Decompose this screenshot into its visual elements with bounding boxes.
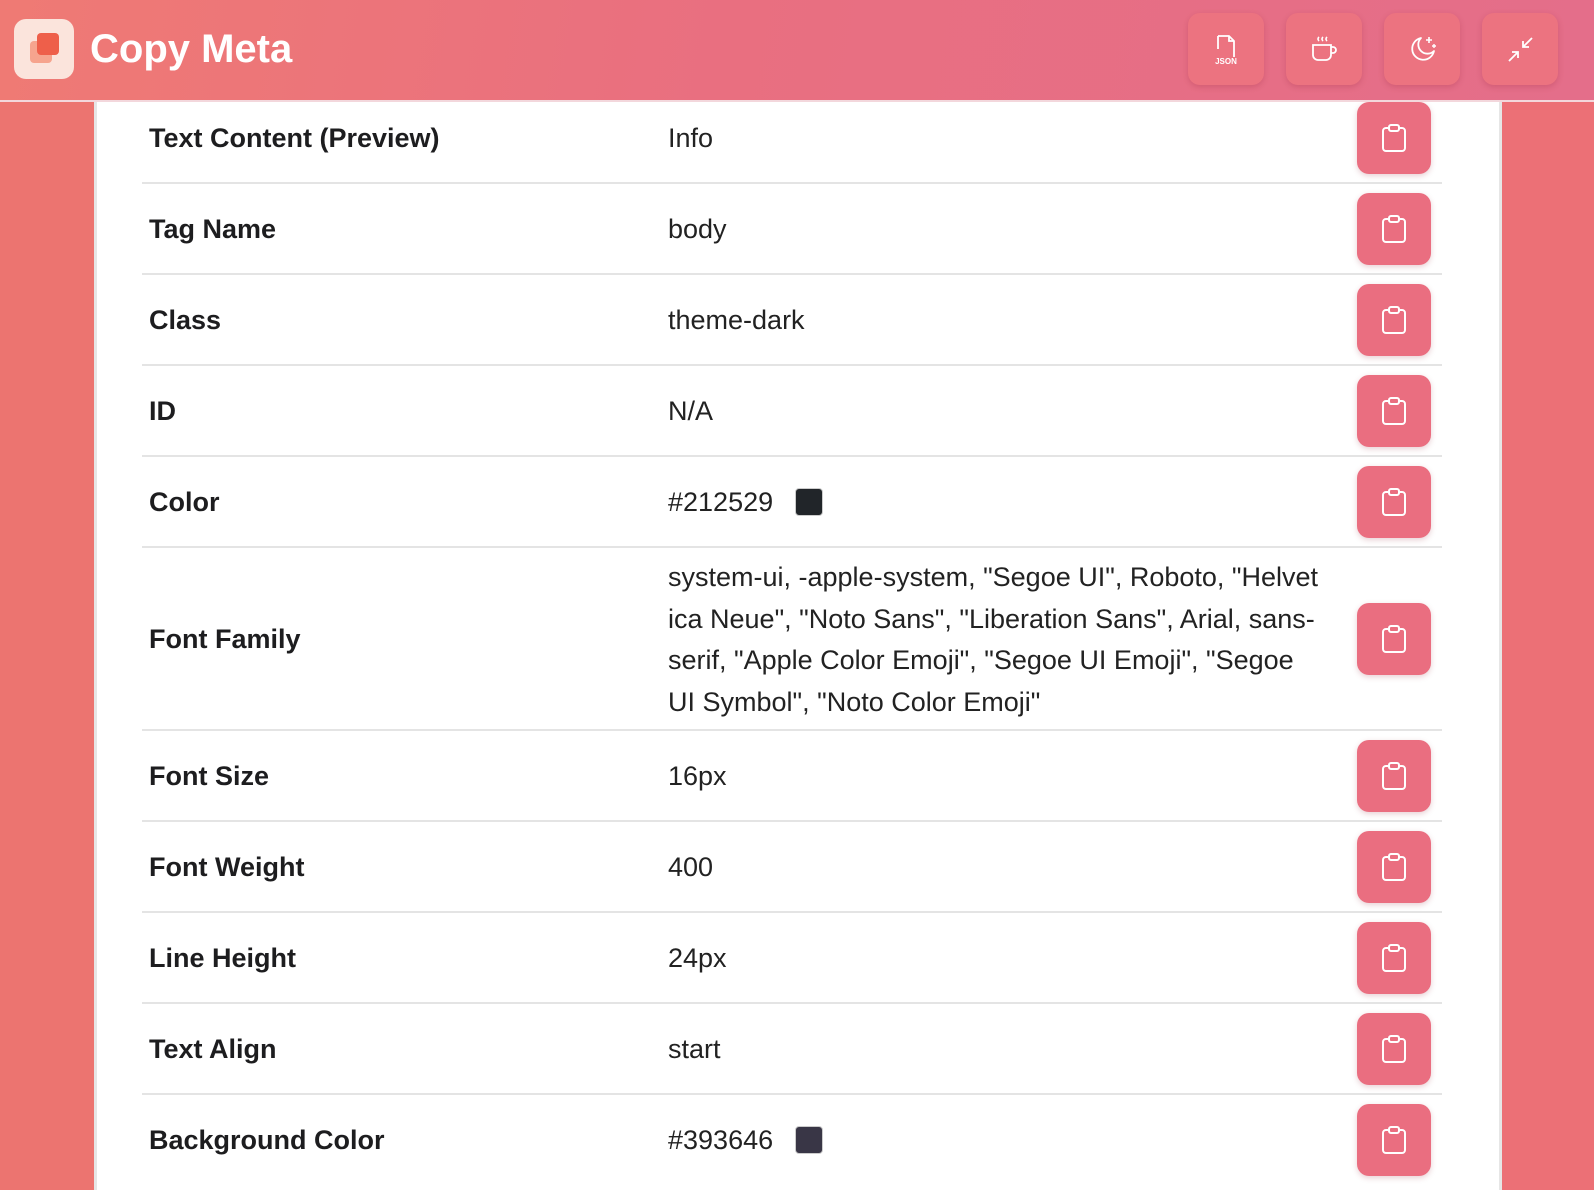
clipboard-icon — [1382, 306, 1406, 334]
row-label: Background Color — [149, 1125, 385, 1155]
row-label: Class — [149, 305, 222, 335]
clipboard-icon — [1382, 124, 1406, 152]
background-color-value-text: #393646 — [668, 1125, 774, 1155]
meta-row-line-height: Line Height 24px — [142, 913, 1442, 1004]
color-swatch — [795, 488, 824, 516]
row-label: Line Height — [149, 943, 296, 973]
moon-stars-icon — [1411, 37, 1436, 61]
clipboard-icon — [1382, 625, 1406, 653]
json-file-icon — [1217, 35, 1235, 57]
row-label: Font Weight — [149, 852, 305, 882]
copy-button[interactable] — [1357, 922, 1431, 994]
row-value: theme-dark — [668, 305, 805, 335]
copy-button[interactable] — [1357, 193, 1431, 265]
meta-row-class: Class theme-dark — [142, 275, 1442, 366]
theme-toggle-button[interactable] — [1384, 13, 1460, 85]
row-value: system-ui, -apple-system, "Segoe UI", Ro… — [668, 562, 1319, 717]
coffee-button[interactable] — [1286, 13, 1362, 85]
row-label: Text Content (Preview) — [149, 123, 440, 153]
row-value: N/A — [668, 396, 714, 426]
app-title: Copy Meta — [90, 27, 293, 71]
clipboard-icon — [1382, 215, 1406, 243]
row-label: Color — [149, 487, 220, 517]
clipboard-icon — [1382, 488, 1406, 516]
minimize-arrows-icon — [1508, 37, 1533, 62]
clipboard-icon — [1382, 1126, 1406, 1154]
meta-row-font-size: Font Size 16px — [142, 731, 1442, 822]
clipboard-icon — [1382, 762, 1406, 790]
copy-button[interactable] — [1357, 740, 1431, 812]
row-value: #212529 — [668, 482, 1318, 524]
row-label: Text Align — [149, 1034, 277, 1064]
color-value-text: #212529 — [668, 487, 774, 517]
row-value: start — [668, 1034, 721, 1064]
copy-button[interactable] — [1357, 284, 1431, 356]
clipboard-icon — [1382, 397, 1406, 425]
clipboard-icon — [1382, 1035, 1406, 1063]
row-value: 400 — [668, 852, 714, 882]
meta-row-id: ID N/A — [142, 366, 1442, 457]
row-value: 16px — [668, 761, 727, 791]
clipboard-icon — [1382, 853, 1406, 881]
meta-row-background-color: Background Color #393646 — [142, 1095, 1442, 1190]
color-swatch — [795, 1126, 824, 1154]
copy-button[interactable] — [1357, 603, 1431, 675]
app-logo — [14, 19, 74, 79]
row-label: ID — [149, 396, 176, 426]
meta-row-font-weight: Font Weight 400 — [142, 822, 1442, 913]
coffee-cup-icon — [1312, 36, 1337, 61]
copy-button[interactable] — [1357, 831, 1431, 903]
meta-row-font-family: Font Family system-ui, -apple-system, "S… — [142, 548, 1442, 731]
copy-button[interactable] — [1357, 102, 1431, 174]
row-value: Info — [668, 123, 714, 153]
copy-button[interactable] — [1357, 466, 1431, 538]
minimize-button[interactable] — [1482, 13, 1558, 85]
row-value: #393646 — [668, 1120, 1318, 1162]
row-label: Tag Name — [149, 214, 277, 244]
copy-button[interactable] — [1357, 375, 1431, 447]
meta-panel: Text Content (Preview) Info Tag Name bod… — [94, 102, 1502, 1190]
row-label: Font Family — [149, 624, 301, 654]
meta-row-tag-name: Tag Name body — [142, 184, 1442, 275]
json-label: JSON — [1215, 57, 1237, 66]
meta-row-text-content: Text Content (Preview) Info — [142, 102, 1442, 184]
copy-button[interactable] — [1357, 1013, 1431, 1085]
meta-row-text-align: Text Align start — [142, 1004, 1442, 1095]
meta-row-color: Color #212529 — [142, 457, 1442, 548]
row-value: body — [668, 214, 727, 244]
clipboard-icon — [1382, 944, 1406, 972]
row-label: Font Size — [149, 761, 269, 791]
copy-button[interactable] — [1357, 1104, 1431, 1176]
row-value: 24px — [668, 943, 727, 973]
app-header: Copy Meta JSON — [0, 0, 1594, 102]
export-json-button[interactable]: JSON — [1188, 13, 1264, 85]
